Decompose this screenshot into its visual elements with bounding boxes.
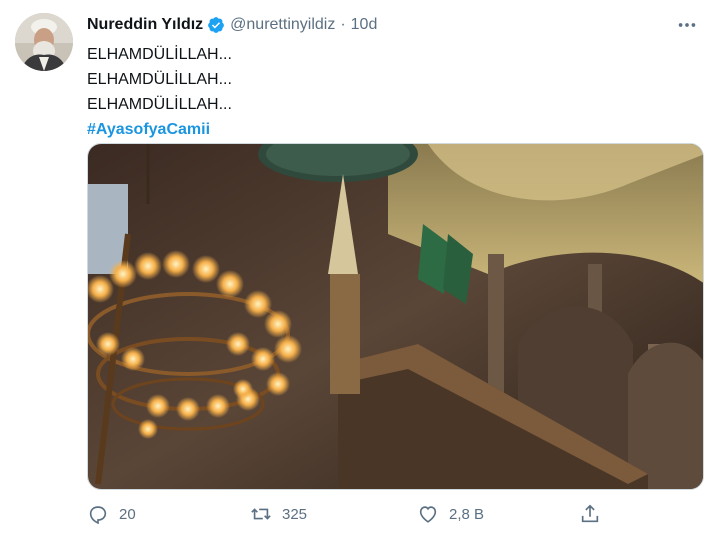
share-icon xyxy=(581,504,599,523)
verified-badge-icon xyxy=(208,17,225,33)
author-name[interactable]: Nureddin Yıldız xyxy=(87,16,203,34)
tweet-timestamp[interactable]: 10d xyxy=(351,16,378,34)
tweet-header: Nureddin Yıldız @nurettinyildiz · 10d xyxy=(87,15,377,35)
tweet-line: ELHAMDÜLİLLAH... xyxy=(87,46,232,63)
tweet-line: ELHAMDÜLİLLAH... xyxy=(87,96,232,113)
tweet-text: ELHAMDÜLİLLAH... ELHAMDÜLİLLAH... ELHAMD… xyxy=(87,42,232,142)
retweet-count: 325 xyxy=(282,505,308,523)
avatar-image xyxy=(15,13,73,71)
tweet-actions: 20 325 2,8 B xyxy=(87,503,687,527)
reply-count: 20 xyxy=(119,505,136,523)
avatar[interactable] xyxy=(15,13,73,71)
hashtag-link[interactable]: #AyasofyaCamii xyxy=(87,117,232,142)
mosque-interior-photo xyxy=(88,144,703,489)
reply-button[interactable]: 20 xyxy=(87,503,136,525)
tweet-line: ELHAMDÜLİLLAH... xyxy=(87,71,232,88)
tweet-photo[interactable] xyxy=(87,143,704,490)
more-options-icon[interactable] xyxy=(676,14,698,36)
like-count: 2,8 B xyxy=(449,505,485,523)
heart-icon xyxy=(419,506,437,523)
share-button[interactable] xyxy=(579,503,611,525)
reply-icon xyxy=(89,506,107,525)
separator-dot: · xyxy=(340,16,346,33)
author-handle[interactable]: @nurettinyildiz xyxy=(230,16,335,34)
retweet-button[interactable]: 325 xyxy=(250,503,307,525)
like-button[interactable]: 2,8 B xyxy=(417,503,484,525)
retweet-icon xyxy=(251,508,271,520)
